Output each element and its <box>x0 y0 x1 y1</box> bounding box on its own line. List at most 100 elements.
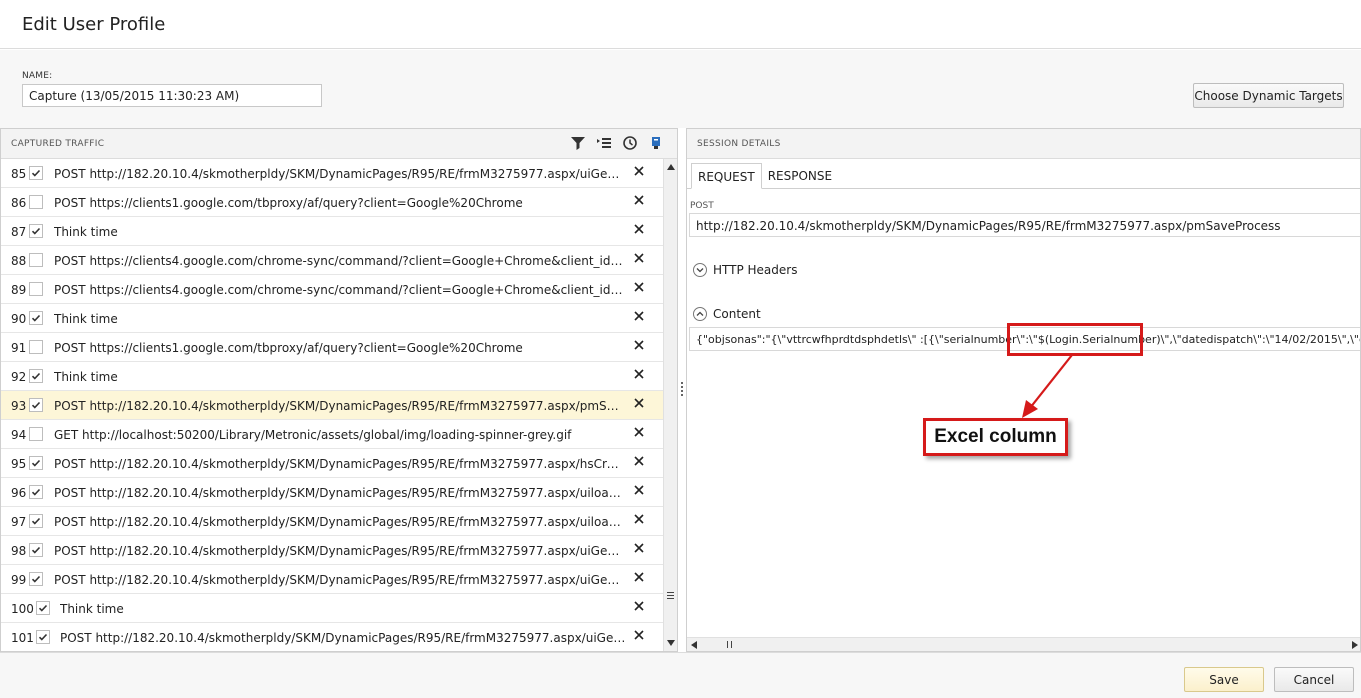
row-number: 100 <box>11 602 34 616</box>
row-number: 95 <box>11 457 27 471</box>
name-input[interactable]: Capture (13/05/2015 11:30:23 AM) <box>22 84 322 107</box>
close-icon[interactable] <box>633 484 645 496</box>
row-checkbox[interactable] <box>29 282 43 296</box>
close-icon[interactable] <box>633 281 645 293</box>
traffic-row[interactable]: 92 Think time <box>1 362 663 391</box>
row-request-text: POST http://182.20.10.4/skmotherpldy/SKM… <box>60 631 630 645</box>
close-icon[interactable] <box>633 455 645 467</box>
traffic-row[interactable]: 100 Think time <box>1 594 663 623</box>
scroll-left-icon[interactable] <box>691 641 697 649</box>
scroll-grip-icon[interactable] <box>667 592 674 599</box>
traffic-row[interactable]: 88 POST https://clients4.google.com/chrom… <box>1 246 663 275</box>
scroll-up-icon[interactable] <box>667 164 675 170</box>
content-hscrollbar[interactable] <box>687 637 1360 651</box>
close-icon[interactable] <box>633 571 645 583</box>
close-icon[interactable] <box>633 513 645 525</box>
panel-splitter[interactable] <box>679 380 684 396</box>
traffic-row[interactable]: 99 POST http://182.20.10.4/skmotherpldy/S… <box>1 565 663 594</box>
traffic-row[interactable]: 87 Think time <box>1 217 663 246</box>
row-checkbox[interactable] <box>36 630 50 644</box>
row-checkbox[interactable] <box>29 195 43 209</box>
request-method: POST <box>690 201 714 211</box>
close-icon[interactable] <box>633 252 645 264</box>
traffic-row[interactable]: 94 GET http://localhost:50200/Library/Met… <box>1 420 663 449</box>
traffic-row[interactable]: 95 POST http://182.20.10.4/skmotherpldy/S… <box>1 449 663 478</box>
name-section: NAME: Capture (13/05/2015 11:30:23 AM) C… <box>0 50 1361 128</box>
list-icon[interactable] <box>595 134 613 152</box>
close-icon[interactable] <box>633 629 645 641</box>
scroll-right-icon[interactable] <box>1352 641 1358 649</box>
row-checkbox[interactable] <box>29 543 43 557</box>
traffic-row[interactable]: 93 POST http://182.20.10.4/skmotherpldy/S… <box>1 391 663 420</box>
close-icon[interactable] <box>633 426 645 438</box>
row-number: 93 <box>11 399 27 413</box>
row-request-text: Think time <box>60 602 124 616</box>
row-checkbox[interactable] <box>29 224 43 238</box>
row-number: 101 <box>11 631 34 645</box>
row-number: 96 <box>11 486 27 500</box>
close-icon[interactable] <box>633 194 645 206</box>
request-url-field[interactable]: http://182.20.10.4/skmotherpldy/SKM/Dyna… <box>689 213 1360 237</box>
row-checkbox[interactable] <box>29 485 43 499</box>
close-icon[interactable] <box>633 310 645 322</box>
row-checkbox[interactable] <box>29 456 43 470</box>
close-icon[interactable] <box>633 600 645 612</box>
traffic-row[interactable]: 91 POST https://clients1.google.com/tbpro… <box>1 333 663 362</box>
traffic-row[interactable]: 96 POST http://182.20.10.4/skmotherpldy/S… <box>1 478 663 507</box>
row-checkbox[interactable] <box>29 572 43 586</box>
save-button[interactable]: Save <box>1184 667 1264 692</box>
dialog-footer: Save Cancel <box>0 652 1361 698</box>
row-checkbox[interactable] <box>29 253 43 267</box>
row-number: 85 <box>11 167 27 181</box>
http-headers-toggle[interactable]: HTTP Headers <box>693 263 797 277</box>
http-headers-label: HTTP Headers <box>713 263 798 277</box>
annotation-callout: Excel column <box>923 418 1068 456</box>
row-request-text: POST http://182.20.10.4/skmotherpldy/SKM… <box>54 573 624 587</box>
close-icon[interactable] <box>633 165 645 177</box>
row-checkbox[interactable] <box>29 427 43 441</box>
row-request-text: POST http://182.20.10.4/skmotherpldy/SKM… <box>54 399 624 413</box>
captured-traffic-toolbar <box>569 134 665 152</box>
tab-request[interactable]: REQUEST <box>691 163 762 189</box>
row-number: 90 <box>11 312 27 326</box>
annotation-arrow-icon <box>1022 354 1073 418</box>
cancel-button[interactable]: Cancel <box>1274 667 1354 692</box>
traffic-scrollbar[interactable] <box>663 159 677 651</box>
marker-icon[interactable] <box>647 134 665 152</box>
close-icon[interactable] <box>633 542 645 554</box>
scroll-grip-icon[interactable] <box>727 641 732 648</box>
close-icon[interactable] <box>633 368 645 380</box>
traffic-row[interactable]: 98 POST http://182.20.10.4/skmotherpldy/S… <box>1 536 663 565</box>
filter-icon[interactable] <box>569 134 587 152</box>
row-request-text: POST https://clients1.google.com/tbproxy… <box>54 341 523 355</box>
traffic-row[interactable]: 85 POST http://182.20.10.4/skmotherpldy/S… <box>1 159 663 188</box>
traffic-row[interactable]: 86 POST https://clients1.google.com/tbpro… <box>1 188 663 217</box>
row-checkbox[interactable] <box>36 601 50 615</box>
choose-dynamic-targets-button[interactable]: Choose Dynamic Targets <box>1193 83 1344 108</box>
row-number: 92 <box>11 370 27 384</box>
row-checkbox[interactable] <box>29 311 43 325</box>
row-request-text: GET http://localhost:50200/Library/Metro… <box>54 428 572 442</box>
row-checkbox[interactable] <box>29 398 43 412</box>
close-icon[interactable] <box>633 397 645 409</box>
row-request-text: Think time <box>54 312 118 326</box>
row-checkbox[interactable] <box>29 166 43 180</box>
content-toggle[interactable]: Content <box>693 307 761 321</box>
scroll-down-icon[interactable] <box>667 640 675 646</box>
chevron-down-icon <box>693 263 707 277</box>
close-icon[interactable] <box>633 339 645 351</box>
traffic-row[interactable]: 101 POST http://182.20.10.4/skmotherpldy/… <box>1 623 663 651</box>
content-label: Content <box>713 307 761 321</box>
traffic-row[interactable]: 97 POST http://182.20.10.4/skmotherpldy/S… <box>1 507 663 536</box>
row-request-text: POST http://182.20.10.4/skmotherpldy/SKM… <box>54 486 624 500</box>
row-checkbox[interactable] <box>29 340 43 354</box>
clock-icon[interactable] <box>621 134 639 152</box>
tab-response[interactable]: RESPONSE <box>762 163 838 189</box>
traffic-row[interactable]: 89 POST https://clients4.google.com/chrom… <box>1 275 663 304</box>
close-icon[interactable] <box>633 223 645 235</box>
row-checkbox[interactable] <box>29 369 43 383</box>
traffic-row[interactable]: 90 Think time <box>1 304 663 333</box>
row-checkbox[interactable] <box>29 514 43 528</box>
row-number: 87 <box>11 225 27 239</box>
row-number: 91 <box>11 341 27 355</box>
